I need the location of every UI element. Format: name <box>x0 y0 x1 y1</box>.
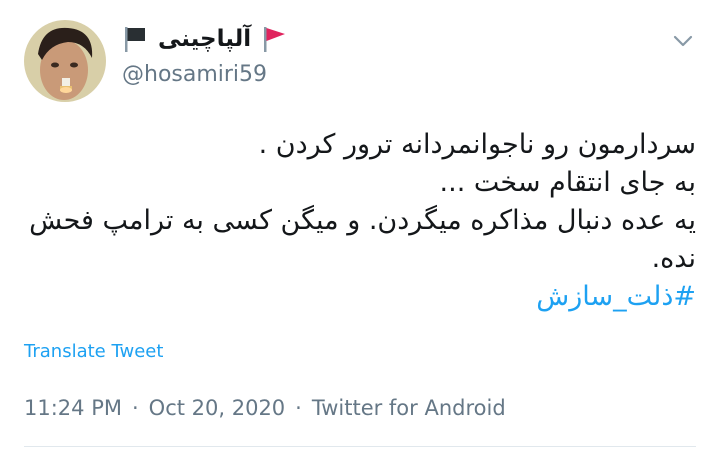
translate-tweet-link[interactable]: Translate Tweet <box>24 338 163 366</box>
display-name[interactable]: آلپاچینی <box>158 22 251 56</box>
tweet-line: به جای انتقام سخت ... <box>439 167 696 198</box>
hashtag-link[interactable]: #ذلت_سازش <box>24 278 696 316</box>
author-name-row: آلپاچینی <box>122 22 287 56</box>
tweet-time[interactable]: 11:24 PM <box>24 392 122 424</box>
meta-separator: · <box>131 396 139 420</box>
tweet-line: نده. <box>651 243 696 274</box>
tweet-line: یه عده دنبال مذاکره میگردن. و میگن کسی ب… <box>29 205 696 236</box>
black-flag-icon <box>125 27 145 52</box>
tweet-meta: 11:24 PM · Oct 20, 2020 · Twitter for An… <box>24 392 506 424</box>
avatar[interactable] <box>24 20 106 102</box>
user-handle[interactable]: @hosamiri59 <box>122 60 267 90</box>
red-flag-icon <box>264 27 286 52</box>
divider <box>24 446 696 447</box>
tweet-text: سردارمون رو ناجوانمردانه ترور کردن . به … <box>24 126 696 316</box>
avatar-image <box>24 20 106 102</box>
tweet-source[interactable]: Twitter for Android <box>312 392 506 424</box>
chevron-down-icon <box>673 35 693 47</box>
tweet-line: سردارمون رو ناجوانمردانه ترور کردن . <box>258 129 696 160</box>
meta-separator: · <box>295 396 302 420</box>
tweet-date[interactable]: Oct 20, 2020 <box>149 392 286 424</box>
tweet-card: آلپاچینی @hosamiri59 سردارمون رو ناجوانم… <box>0 0 720 452</box>
more-options-button[interactable] <box>666 28 700 54</box>
